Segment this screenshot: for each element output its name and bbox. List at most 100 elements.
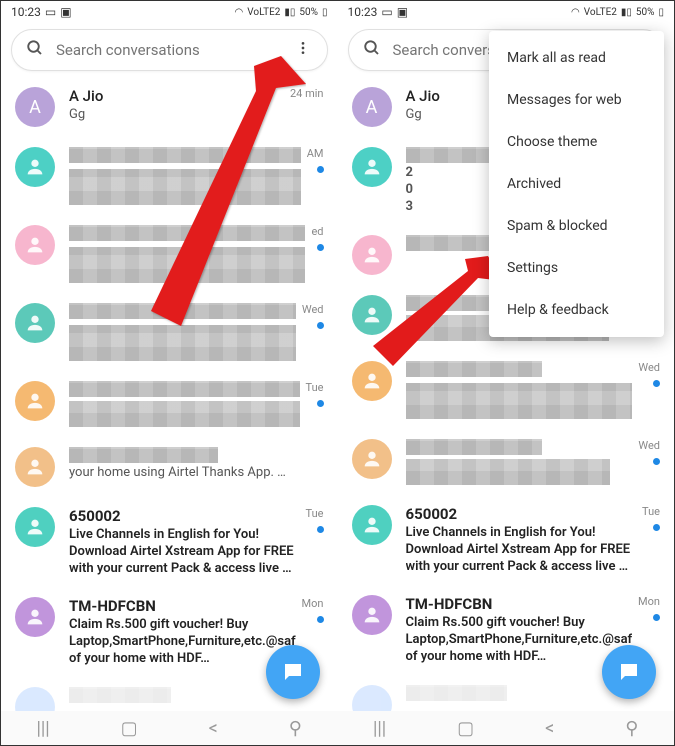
avatar <box>352 147 392 187</box>
lte-icon: VoLTE2 <box>584 7 617 18</box>
conversation-item[interactable]: 650002 Live Channels in English for You!… <box>338 495 675 585</box>
signal-icon: ▮▯ <box>284 7 295 18</box>
menu-settings[interactable]: Settings <box>489 247 664 289</box>
avatar <box>15 597 55 637</box>
status-icon: ▭ <box>45 5 56 19</box>
timestamp: Tue <box>306 507 324 520</box>
status-time: 10:23 <box>11 5 41 19</box>
status-time: 10:23 <box>348 5 378 19</box>
unread-dot <box>317 244 324 251</box>
status-bar: 10:23 ▭ ▣ ◠ VoLTE2 ▮▯ 50% ▯ <box>1 1 338 23</box>
conversation-item[interactable]: Tue <box>1 371 338 437</box>
menu-choose-theme[interactable]: Choose theme <box>489 121 664 163</box>
contact-name: TM-HDFCBN <box>69 597 296 615</box>
avatar <box>15 381 55 421</box>
unread-dot <box>317 400 324 407</box>
status-icon: ▣ <box>60 5 71 19</box>
redacted-content <box>406 459 610 485</box>
lte-icon: VoLTE2 <box>247 7 280 18</box>
search-icon <box>363 39 381 61</box>
conversation-item[interactable]: 650002 Live Channels in English for You!… <box>1 497 338 587</box>
menu-mark-all-read[interactable]: Mark all as read <box>489 37 664 79</box>
timestamp: ed <box>311 225 323 238</box>
timestamp: Mon <box>638 595 660 608</box>
nav-back[interactable]: < <box>545 718 554 739</box>
wifi-icon: ◠ <box>571 7 580 18</box>
unread-dot <box>317 526 324 533</box>
timestamp: Tue <box>306 381 324 394</box>
nav-bar: ||| ▢ < ⚲ <box>338 711 675 745</box>
unread-dot <box>653 380 660 387</box>
avatar <box>15 225 55 265</box>
new-message-fab[interactable] <box>602 645 656 699</box>
status-icon: ▭ <box>381 5 392 19</box>
search-icon <box>26 39 44 61</box>
message-snippet: Claim Rs.500 gift voucher! Buy Laptop,Sm… <box>406 615 633 665</box>
avatar <box>15 303 55 343</box>
message-snippet: Live Channels in English for You! Downlo… <box>406 525 637 575</box>
unread-dot <box>317 322 324 329</box>
avatar <box>15 147 55 187</box>
unread-dot <box>317 616 324 623</box>
nav-recents[interactable]: ||| <box>373 718 386 739</box>
avatar <box>352 595 392 635</box>
battery-icon: ▯ <box>322 7 328 18</box>
menu-archived[interactable]: Archived <box>489 163 664 205</box>
overflow-menu: Mark all as read Messages for web Choose… <box>489 31 664 337</box>
unread-dot <box>317 166 324 173</box>
signal-icon: ▮▯ <box>621 7 632 18</box>
redacted-content <box>406 383 633 419</box>
nav-back[interactable]: < <box>209 718 218 739</box>
nav-bar: ||| ▢ < ⚲ <box>1 711 338 745</box>
status-icon: ▣ <box>397 5 408 19</box>
avatar <box>15 507 55 547</box>
timestamp: AM <box>307 147 324 160</box>
timestamp: Wed <box>638 361 660 374</box>
phone-right: 10:23 ▭ ▣ ◠ VoLTE2 ▮▯ 50% ▯ A A Jio Gg <box>338 1 675 745</box>
avatar <box>352 361 392 401</box>
nav-home[interactable]: ▢ <box>457 718 474 739</box>
message-snippet: Live Channels in English for You! Downlo… <box>69 527 300 577</box>
redacted-content <box>69 401 300 427</box>
annotation-arrow <box>373 256 503 366</box>
contact-name: TM-HDFCBN <box>406 595 633 613</box>
redacted-content <box>406 439 542 455</box>
avatar <box>352 439 392 479</box>
conversation-item[interactable]: your home using Airtel Thanks App. … <box>1 437 338 497</box>
timestamp: Mon <box>302 597 324 610</box>
nav-accessibility[interactable]: ⚲ <box>289 718 302 739</box>
nav-home[interactable]: ▢ <box>121 718 138 739</box>
menu-messages-for-web[interactable]: Messages for web <box>489 79 664 121</box>
new-message-fab[interactable] <box>266 645 320 699</box>
message-snippet: Claim Rs.500 gift voucher! Buy Laptop,Sm… <box>69 617 296 667</box>
conversation-item[interactable]: Wed <box>338 429 675 495</box>
phone-left: 10:23 ▭ ▣ ◠ VoLTE2 ▮▯ 50% ▯ A A Jio Gg 2… <box>1 1 338 745</box>
unread-dot <box>653 458 660 465</box>
battery-label: 50% <box>299 7 318 18</box>
menu-help-feedback[interactable]: Help & feedback <box>489 289 664 331</box>
battery-label: 50% <box>636 7 655 18</box>
wifi-icon: ◠ <box>234 7 243 18</box>
avatar: A <box>352 87 392 127</box>
timestamp: Tue <box>642 505 660 518</box>
redacted-content <box>69 687 171 703</box>
timestamp: Wed <box>638 439 660 452</box>
nav-recents[interactable]: ||| <box>36 718 49 739</box>
avatar <box>352 505 392 545</box>
redacted-content <box>69 447 218 463</box>
battery-icon: ▯ <box>658 7 664 18</box>
contact-name: 650002 <box>406 505 637 523</box>
status-bar: 10:23 ▭ ▣ ◠ VoLTE2 ▮▯ 50% ▯ <box>338 1 675 23</box>
unread-dot <box>653 524 660 531</box>
redacted-content <box>69 381 300 397</box>
redacted-content <box>406 685 508 701</box>
redacted-content <box>69 325 296 361</box>
contact-name: 650002 <box>69 507 300 525</box>
nav-accessibility[interactable]: ⚲ <box>625 718 638 739</box>
avatar: A <box>15 87 55 127</box>
unread-dot <box>653 614 660 621</box>
message-snippet: your home using Airtel Thanks App. … <box>69 465 318 482</box>
menu-spam-blocked[interactable]: Spam & blocked <box>489 205 664 247</box>
avatar <box>15 447 55 487</box>
annotation-arrow <box>96 56 306 326</box>
